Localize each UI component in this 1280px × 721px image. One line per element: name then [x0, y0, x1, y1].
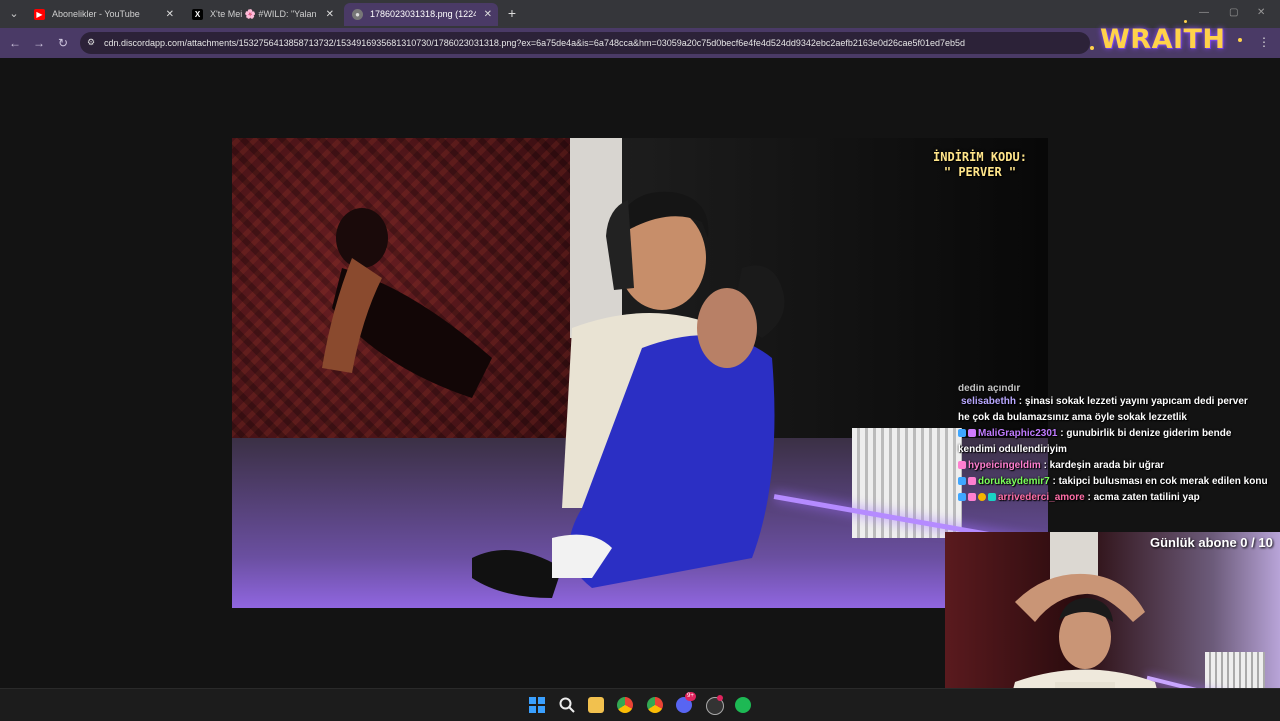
close-icon[interactable]: ✕ — [326, 3, 334, 26]
browser-menu-icon[interactable]: ⋮ — [1258, 35, 1270, 49]
chat-username: dorukaydemir7 — [978, 476, 1050, 487]
chat-message: dorukaydemir7 : takipci bulusması en cok… — [958, 474, 1278, 490]
file-explorer-icon[interactable] — [588, 697, 604, 713]
chat-text: : kardeşin arada bir uğrar — [1040, 460, 1165, 471]
badge-icon — [968, 493, 976, 501]
tab-search-chevron-icon[interactable]: ⌄ — [6, 6, 22, 22]
tab-title: Abonelikler - YouTube — [52, 9, 140, 19]
chat-message: arrivederci_amore : acma zaten tatilini … — [958, 490, 1278, 506]
maximize-icon[interactable]: ▢ — [1229, 7, 1238, 18]
discord-badge: 9+ — [685, 692, 696, 701]
discord-icon[interactable]: 9+ — [676, 692, 696, 713]
address-bar[interactable]: ⚙ cdn.discordapp.com/attachments/1532756… — [80, 32, 1090, 54]
stream-image: İNDİRİM KODU: " PERVER " — [232, 138, 1048, 608]
search-icon[interactable] — [559, 697, 575, 713]
x-icon: X — [192, 9, 203, 20]
url-text: cdn.discordapp.com/attachments/153275641… — [104, 38, 966, 48]
chat-partial-line: dedin açındır — [958, 384, 1021, 394]
badge-icon — [958, 429, 966, 437]
close-icon[interactable]: ✕ — [166, 3, 174, 26]
badge-icon — [958, 493, 966, 501]
badge-icon — [958, 461, 966, 469]
tab-x[interactable]: X X'te Mei 🌸 #WILD: "Yalan yanlış ✕ — [184, 3, 340, 26]
wraith-logo-text: WRAITH — [1100, 24, 1226, 55]
chat-message: hypeicingeldim : kardeşin arada bir uğra… — [958, 458, 1278, 474]
site-info-icon[interactable]: ⚙ — [87, 37, 98, 48]
reload-icon[interactable]: ↻ — [55, 35, 71, 51]
globe-icon: ● — [352, 9, 363, 20]
subscriber-goal: Günlük abone 0 / 10 — [1150, 535, 1273, 550]
forward-icon[interactable]: → — [31, 35, 47, 51]
badge-icon — [978, 493, 986, 501]
minimize-icon[interactable]: — — [1199, 7, 1209, 18]
chat-message: MaliGraphic2301 : gunubirlik bi denize g… — [958, 426, 1258, 458]
discount-code: " PERVER " — [943, 165, 1017, 179]
spotify-icon[interactable] — [735, 697, 751, 713]
chat-overlay: dedin açındır selisabethh : şinasi sokak… — [958, 384, 1278, 506]
tab-youtube[interactable]: ▶ Abonelikler - YouTube ✕ — [26, 3, 180, 26]
chat-text: : acma zaten tatilini yap — [1084, 492, 1200, 503]
new-tab-button[interactable]: + — [504, 5, 520, 21]
chat-message: selisabethh : şinasi sokak lezzeti yayın… — [958, 394, 1258, 426]
discount-code-overlay: İNDİRİM KODU: " PERVER " — [920, 150, 1040, 180]
badge-icon — [968, 429, 976, 437]
chat-username: arrivederci_amore — [998, 492, 1085, 503]
obs-icon[interactable] — [706, 695, 724, 715]
chrome-alt-icon[interactable] — [647, 697, 663, 713]
tab-title: X'te Mei 🌸 #WILD: "Yalan yanlış — [210, 9, 318, 19]
tab-image[interactable]: ● 1786023031318.png (1224×704) ✕ — [344, 3, 498, 26]
streamers-photo — [472, 191, 785, 598]
sparkle-icon — [1184, 20, 1187, 23]
taskbar: 9+ — [0, 688, 1280, 721]
window-close-icon[interactable]: ✕ — [1257, 7, 1265, 18]
badge-icon — [958, 477, 966, 485]
notification-dot — [717, 695, 723, 701]
sparkle-icon — [1090, 46, 1094, 50]
badge-icon — [968, 477, 976, 485]
windows-start-icon[interactable] — [529, 697, 545, 713]
back-icon[interactable]: ← — [7, 35, 23, 51]
chat-text: : takipci bulusması en cok merak edilen … — [1049, 476, 1268, 487]
sparkle-icon — [1238, 38, 1242, 42]
chat-username: MaliGraphic2301 — [978, 428, 1058, 439]
chat-username: selisabethh — [961, 396, 1017, 407]
tab-title: 1786023031318.png (1224×704) — [370, 9, 476, 19]
chat-username: hypeicingeldim — [968, 460, 1041, 471]
discount-label: İNDİRİM KODU: — [933, 150, 1027, 164]
chrome-icon[interactable] — [617, 697, 633, 713]
badge-icon — [988, 493, 996, 501]
close-icon[interactable]: ✕ — [484, 3, 492, 26]
youtube-icon: ▶ — [34, 9, 45, 20]
wraith-logo: WRAITH — [1088, 20, 1248, 62]
